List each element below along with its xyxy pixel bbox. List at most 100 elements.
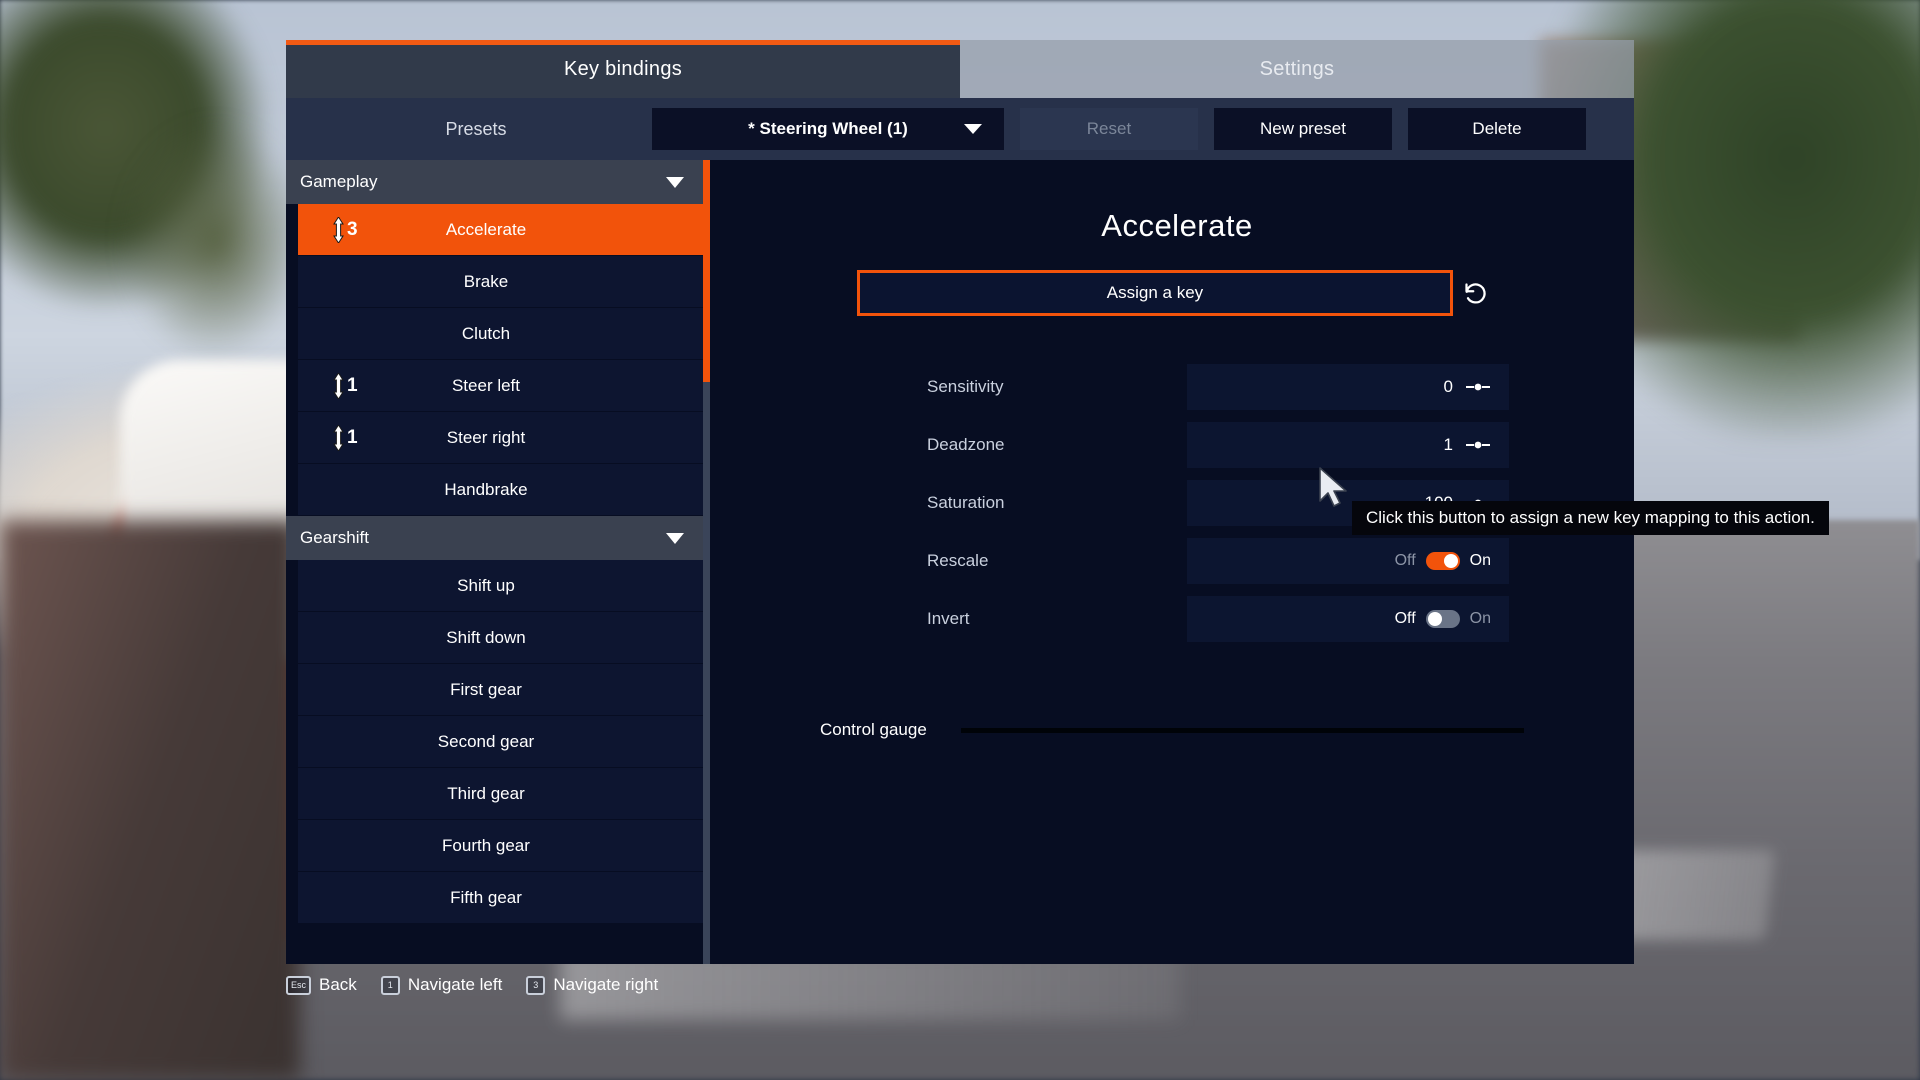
tab-settings[interactable]: Settings xyxy=(960,40,1634,98)
setting-control[interactable]: 0 xyxy=(1187,364,1509,410)
binding-label: Second gear xyxy=(437,731,535,751)
binding-label: Third gear xyxy=(447,783,525,803)
toggle-on-label: On xyxy=(1469,552,1491,569)
bindings-scroll-area[interactable]: Gameplay 3 Accelerate Brake Clutch 1 Ste… xyxy=(286,160,710,964)
axis-indicator: 3 xyxy=(332,216,358,243)
binding-label: Steer right xyxy=(446,427,526,447)
section-header-gameplay[interactable]: Gameplay xyxy=(286,160,710,204)
binding-label: Accelerate xyxy=(445,219,527,239)
footer-hints: Esc Back 1 Navigate left 3 Navigate righ… xyxy=(286,968,986,1002)
setting-row-sensitivity: Sensitivity 0 xyxy=(887,358,1509,416)
chevron-down-icon xyxy=(666,532,684,544)
stepper-icon[interactable] xyxy=(1465,381,1491,393)
background-shadow-left xyxy=(0,520,300,1080)
binding-row-accelerate[interactable]: 3 Accelerate xyxy=(298,204,710,256)
binding-row-second-gear[interactable]: Second gear xyxy=(298,716,710,768)
new-preset-button[interactable]: New preset xyxy=(1214,108,1392,150)
binding-row-third-gear[interactable]: Third gear xyxy=(298,768,710,820)
key-3-icon: 3 xyxy=(526,975,546,995)
undo-icon xyxy=(1464,282,1486,304)
binding-row-fifth-gear[interactable]: Fifth gear xyxy=(298,872,710,924)
sidebar-scrollbar-track[interactable] xyxy=(703,160,710,964)
axis-number: 1 xyxy=(347,426,358,448)
binding-list-gameplay: 3 Accelerate Brake Clutch 1 Steer left 1… xyxy=(286,204,710,516)
hint-navigate-left: 1 Navigate left xyxy=(380,975,503,995)
setting-value: 0 xyxy=(1443,377,1453,396)
binding-label: Steer left xyxy=(451,375,521,395)
reset-preset-button[interactable]: Reset xyxy=(1020,108,1198,150)
new-preset-label: New preset xyxy=(1260,119,1346,138)
tab-bar: Key bindings Settings xyxy=(286,40,1634,98)
setting-control[interactable]: Off On xyxy=(1187,538,1509,584)
page-title: Accelerate xyxy=(1101,208,1253,243)
toggle-switch[interactable] xyxy=(1425,610,1460,628)
binding-label: First gear xyxy=(450,679,522,699)
section-header-gearshift[interactable]: Gearshift xyxy=(286,516,710,560)
binding-label: Clutch xyxy=(461,323,511,343)
hint-back: Esc Back xyxy=(286,975,357,995)
sidebar-scrollbar-thumb[interactable] xyxy=(703,160,710,382)
chevron-down-icon xyxy=(666,176,684,188)
delete-preset-label: Delete xyxy=(1472,119,1522,138)
toggle-rescale[interactable]: Off On xyxy=(1395,552,1491,570)
toggle-off-label: Off xyxy=(1394,552,1416,569)
hint-navigate-right: 3 Navigate right xyxy=(526,975,658,995)
hint-navigate-right-label: Navigate right xyxy=(553,975,659,994)
binding-row-shift-up[interactable]: Shift up xyxy=(298,560,710,612)
section-title-gameplay: Gameplay xyxy=(300,172,378,191)
stepper-icon[interactable] xyxy=(1465,439,1491,451)
binding-row-first-gear[interactable]: First gear xyxy=(298,664,710,716)
binding-label: Brake xyxy=(463,271,509,291)
toggle-invert[interactable]: Off On xyxy=(1395,610,1491,628)
toggle-knob xyxy=(1427,612,1442,626)
background-tree-left-2 xyxy=(120,120,310,360)
setting-control[interactable]: Off On xyxy=(1187,596,1509,642)
assign-key-button[interactable]: Assign a key xyxy=(857,270,1453,316)
bindings-sidebar: Gameplay 3 Accelerate Brake Clutch 1 Ste… xyxy=(286,160,720,964)
control-gauge-row: Control gauge xyxy=(820,720,1524,740)
reset-binding-button[interactable] xyxy=(1453,280,1497,307)
delete-preset-button[interactable]: Delete xyxy=(1408,108,1586,150)
section-title-gearshift: Gearshift xyxy=(300,528,369,547)
binding-row-steer-right[interactable]: 1 Steer right xyxy=(298,412,710,464)
binding-label: Shift up xyxy=(457,575,515,595)
hint-back-label: Back xyxy=(319,975,357,994)
toggle-on-label: On xyxy=(1469,610,1491,627)
axis-arrow-icon xyxy=(333,216,344,243)
assign-key-row: Assign a key xyxy=(857,270,1497,316)
binding-row-fourth-gear[interactable]: Fourth gear xyxy=(298,820,710,872)
assign-key-label: Assign a key xyxy=(1106,283,1204,302)
setting-label: Saturation xyxy=(927,493,1005,512)
binding-row-brake[interactable]: Brake xyxy=(298,256,710,308)
hint-navigate-left-label: Navigate left xyxy=(407,975,503,994)
key-bindings-panel: Key bindings Settings Presets * Steering… xyxy=(286,40,1829,964)
presets-toolbar: Presets * Steering Wheel (1) Reset New p… xyxy=(286,98,1634,160)
control-gauge-bar xyxy=(960,727,1524,733)
preset-dropdown[interactable]: * Steering Wheel (1) xyxy=(652,108,1004,150)
binding-row-shift-down[interactable]: Shift down xyxy=(298,612,710,664)
binding-row-handbrake[interactable]: Handbrake xyxy=(298,464,710,516)
binding-row-steer-left[interactable]: 1 Steer left xyxy=(298,360,710,412)
preset-dropdown-value: * Steering Wheel (1) xyxy=(748,119,908,138)
setting-label: Invert xyxy=(927,609,970,628)
slider-handle-icon xyxy=(1466,441,1490,449)
setting-value: 1 xyxy=(1443,435,1453,454)
binding-row-clutch[interactable]: Clutch xyxy=(298,308,710,360)
toggle-switch[interactable] xyxy=(1425,552,1460,570)
axis-indicator: 1 xyxy=(332,424,358,451)
panel-body: Gameplay 3 Accelerate Brake Clutch 1 Ste… xyxy=(286,160,1829,964)
axis-arrow-icon xyxy=(333,372,344,399)
tooltip: Click this button to assign a new key ma… xyxy=(1352,501,1829,535)
binding-label: Shift down xyxy=(446,627,526,647)
setting-control[interactable]: 1 xyxy=(1187,422,1509,468)
axis-number: 1 xyxy=(347,374,358,396)
tab-key-bindings[interactable]: Key bindings xyxy=(286,40,960,98)
key-1-icon: 1 xyxy=(380,975,400,995)
axis-arrow-icon xyxy=(333,424,344,451)
setting-row-rescale: Rescale Off On xyxy=(887,532,1509,590)
setting-row-invert: Invert Off On xyxy=(887,590,1509,648)
setting-label: Sensitivity xyxy=(927,377,1004,396)
chevron-down-icon xyxy=(964,124,982,134)
binding-label: Handbrake xyxy=(444,479,528,499)
binding-label: Fourth gear xyxy=(442,835,530,855)
